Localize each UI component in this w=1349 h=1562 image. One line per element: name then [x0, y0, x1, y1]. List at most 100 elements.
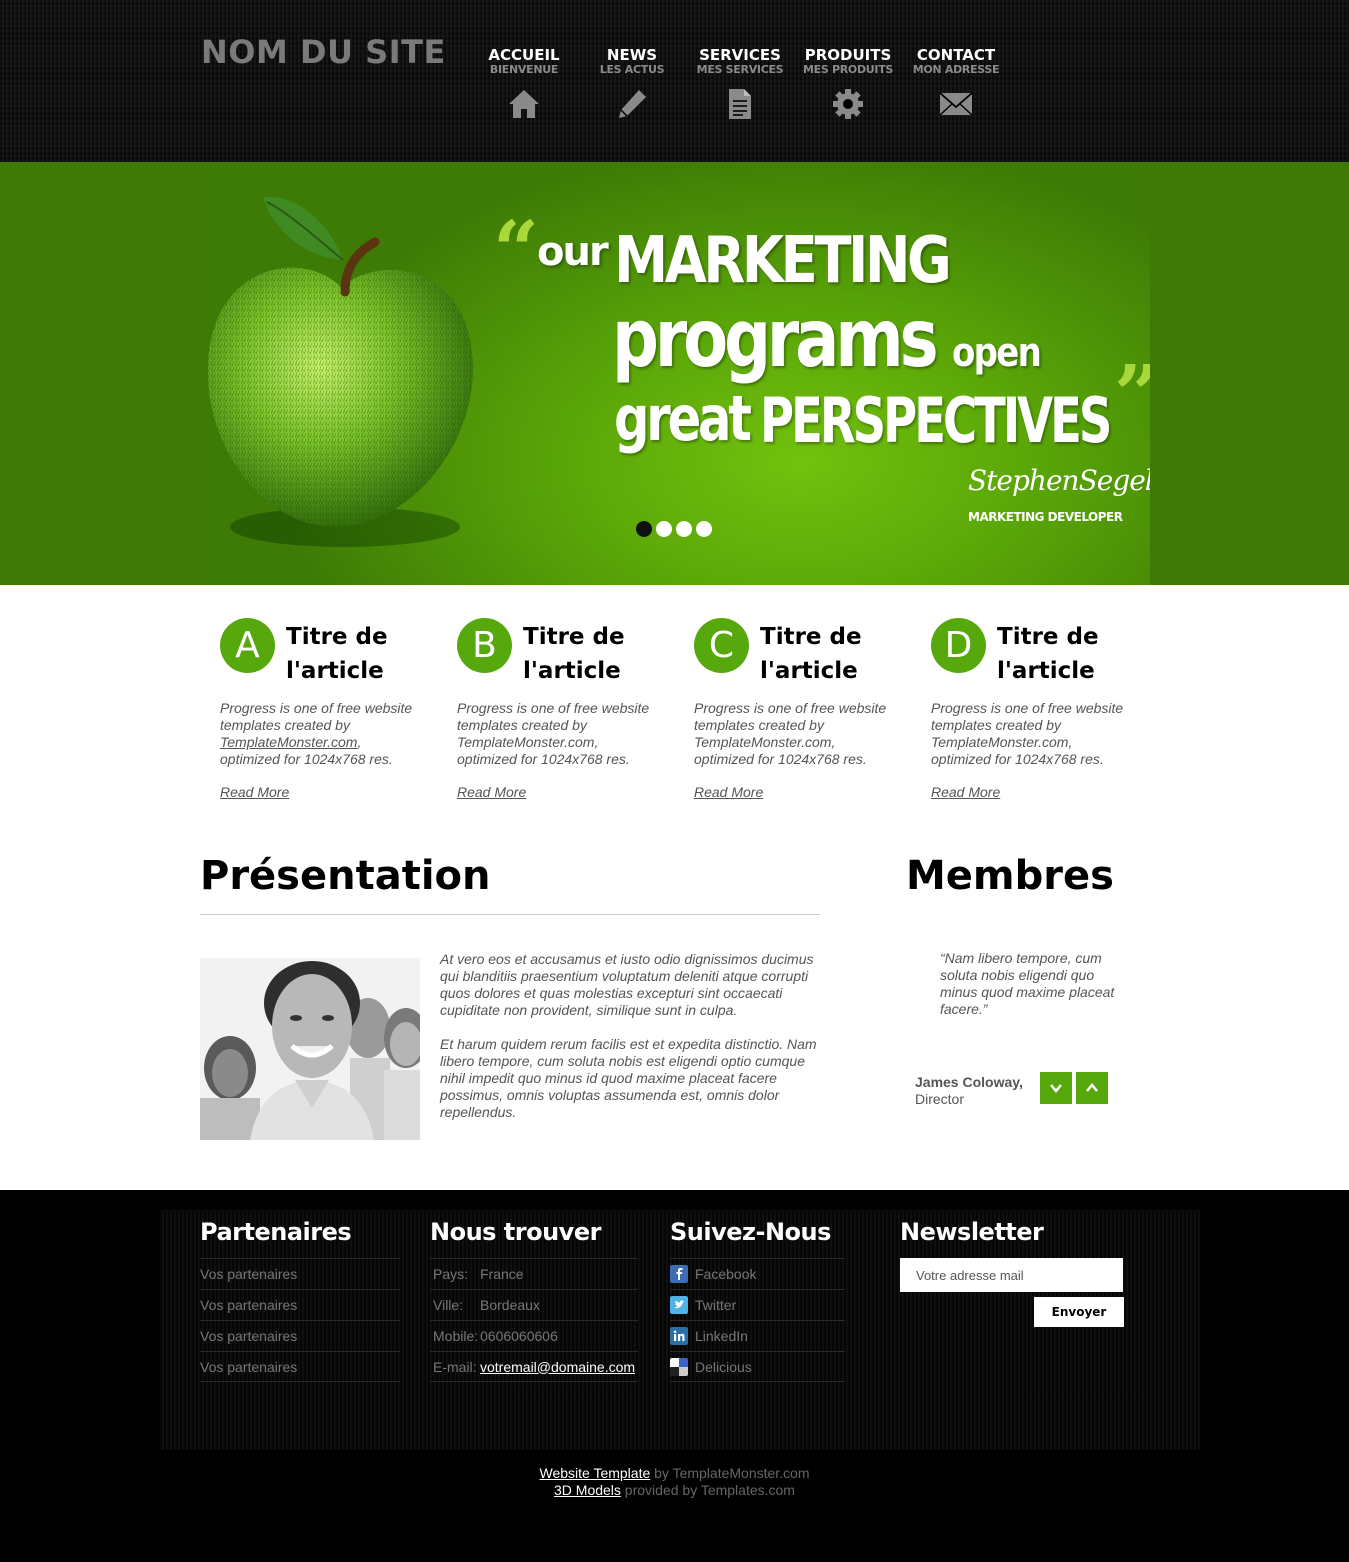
- social-link-linkedin[interactable]: LinkedIn: [670, 1320, 845, 1351]
- slider-dot-4[interactable]: [696, 521, 712, 537]
- contact-value: 0606060606: [480, 1328, 558, 1344]
- social-label: Facebook: [695, 1266, 757, 1282]
- article-text: Progress is one of free website template…: [457, 700, 650, 767]
- presentation-divider: [200, 914, 820, 915]
- slider-dot-3[interactable]: [676, 521, 692, 537]
- nav-sublabel: MES SERVICES: [696, 63, 784, 76]
- nav-label: CONTACT: [916, 46, 996, 64]
- main-content: A Titre de l'article Progress is one of …: [0, 585, 1349, 1190]
- footer-partners: Partenaires Vos partenaires Vos partenai…: [200, 1218, 400, 1382]
- read-more-link[interactable]: Read More: [694, 784, 763, 800]
- slider-dot-2[interactable]: [656, 521, 672, 537]
- hero-text-marketing: MARKETING: [614, 224, 952, 298]
- main-nav: ACCUEIL BIENVENUE NEWS LES ACTUS SERVICE…: [470, 46, 1010, 120]
- chevron-up-icon: [1086, 1083, 1098, 1092]
- linkedin-icon: [670, 1327, 688, 1345]
- hero-text-great: great: [614, 382, 752, 455]
- header: NOM DU SITE ACCUEIL BIENVENUE NEWS LES A…: [0, 0, 1349, 162]
- social-label: Twitter: [695, 1297, 737, 1313]
- social-link-facebook[interactable]: Facebook: [670, 1258, 845, 1289]
- partners-heading: Partenaires: [200, 1218, 352, 1246]
- credits-line-2: 3D Models provided by Templates.com: [0, 1482, 1349, 1499]
- nav-item-services[interactable]: SERVICES MES SERVICES: [686, 46, 794, 120]
- article-title: Titre de l'article: [523, 624, 625, 684]
- members-heading: Membres: [906, 853, 1114, 899]
- article-title: Titre de l'article: [760, 624, 862, 684]
- facebook-icon: [670, 1265, 688, 1283]
- team-photo: [200, 958, 420, 1140]
- article-title: Titre de l'article: [997, 624, 1099, 684]
- envelope-icon: [939, 92, 973, 116]
- 3d-models-link[interactable]: 3D Models: [554, 1482, 621, 1498]
- read-more-link[interactable]: Read More: [931, 784, 1000, 800]
- partner-link[interactable]: Vos partenaires: [200, 1289, 400, 1320]
- footer: Partenaires Vos partenaires Vos partenai…: [0, 1190, 1349, 1562]
- document-icon: [729, 89, 751, 119]
- article-text: Progress is one of free website template…: [931, 700, 1124, 767]
- article-badge: B: [457, 618, 512, 673]
- nav-item-contact[interactable]: CONTACT MON ADRESSE: [902, 46, 1010, 120]
- member-prev-button[interactable]: [1076, 1072, 1108, 1104]
- presentation-paragraph-2: Et harum quidem rerum facilis est et exp…: [440, 1036, 817, 1120]
- grass-apple-image: [207, 196, 473, 547]
- contact-key: Mobile:: [433, 1328, 479, 1344]
- article-badge: C: [694, 618, 749, 673]
- footer-follow: Suivez-Nous Facebook Twitter LinkedIn De…: [670, 1218, 845, 1382]
- nav-sublabel: MON ADRESSE: [912, 63, 1000, 76]
- email-link[interactable]: votremail@domaine.com: [480, 1352, 635, 1382]
- hero-text-open: open: [952, 330, 1042, 376]
- delicious-icon: [670, 1357, 688, 1376]
- partner-link[interactable]: Vos partenaires: [200, 1351, 400, 1382]
- follow-heading: Suivez-Nous: [670, 1218, 831, 1246]
- chevron-down-icon: [1050, 1084, 1062, 1093]
- site-name-logo[interactable]: NOM DU SITE: [201, 33, 446, 71]
- credits-text: provided by Templates.com: [620, 1482, 795, 1498]
- presentation-text: At vero eos et accusamus et iusto odio d…: [440, 951, 825, 1121]
- presentation-heading: Présentation: [200, 853, 491, 899]
- newsletter-heading: Newsletter: [900, 1218, 1044, 1246]
- footer-newsletter: Newsletter Envoyer: [900, 1218, 1126, 1338]
- article-text: Progress is one of free website template…: [220, 700, 413, 767]
- contact-value: France: [480, 1266, 524, 1282]
- quote-open-mark: “: [493, 203, 540, 297]
- social-link-twitter[interactable]: Twitter: [670, 1289, 845, 1320]
- social-label: LinkedIn: [695, 1328, 748, 1344]
- read-more-link[interactable]: Read More: [220, 784, 289, 800]
- member-quote: “Nam libero tempore, cum soluta nobis el…: [940, 950, 1115, 1017]
- article-badge: A: [220, 618, 275, 673]
- presentation-paragraph-1: At vero eos et accusamus et iusto odio d…: [440, 951, 814, 1018]
- newsletter-submit-button[interactable]: Envoyer: [1034, 1297, 1124, 1327]
- twitter-icon: [670, 1296, 688, 1314]
- slider-dot-1[interactable]: [636, 521, 652, 537]
- contact-row-country: Pays: France: [430, 1258, 638, 1289]
- nav-sublabel: BIENVENUE: [489, 63, 559, 76]
- contact-key: Pays:: [433, 1266, 469, 1282]
- home-icon: [509, 90, 539, 118]
- contact-key: E-mail:: [433, 1358, 477, 1375]
- templatemonster-link[interactable]: TemplateMonster.com: [220, 734, 357, 750]
- nav-item-produits[interactable]: PRODUITS MES PRODUITS: [794, 46, 902, 120]
- slider-pagination: [636, 521, 712, 537]
- social-link-delicious[interactable]: Delicious: [670, 1351, 845, 1382]
- contact-row-email: E-mail: votremail@domaine.com: [430, 1351, 638, 1382]
- partner-link[interactable]: Vos partenaires: [200, 1320, 400, 1351]
- hero-slider: “ our MARKETING programs open great PERS…: [200, 162, 1150, 585]
- partner-link[interactable]: Vos partenaires: [200, 1258, 400, 1289]
- article-title: Titre de l'article: [286, 624, 388, 684]
- member-name: James Coloway,: [915, 1074, 1023, 1090]
- credits-text: by TemplateMonster.com: [650, 1465, 810, 1481]
- read-more-link[interactable]: Read More: [457, 784, 526, 800]
- pencil-icon: [619, 90, 646, 118]
- nav-label: ACCUEIL: [488, 46, 560, 64]
- nav-item-news[interactable]: NEWS LES ACTUS: [578, 46, 686, 120]
- contact-row-mobile: Mobile: 0606060606: [430, 1320, 638, 1351]
- hero-text-perspectives: PERSPECTIVES: [760, 384, 1112, 457]
- newsletter-email-input[interactable]: [900, 1258, 1123, 1292]
- hero-text-our: our: [537, 229, 609, 275]
- footer-find-us: Nous trouver Pays: France Ville: Bordeau…: [430, 1218, 638, 1382]
- website-template-link[interactable]: Website Template: [539, 1465, 650, 1481]
- member-next-button[interactable]: [1040, 1072, 1072, 1104]
- nav-item-accueil[interactable]: ACCUEIL BIENVENUE: [470, 46, 578, 120]
- hero-signature: StephenSegel: [968, 464, 1150, 497]
- social-label: Delicious: [695, 1358, 752, 1375]
